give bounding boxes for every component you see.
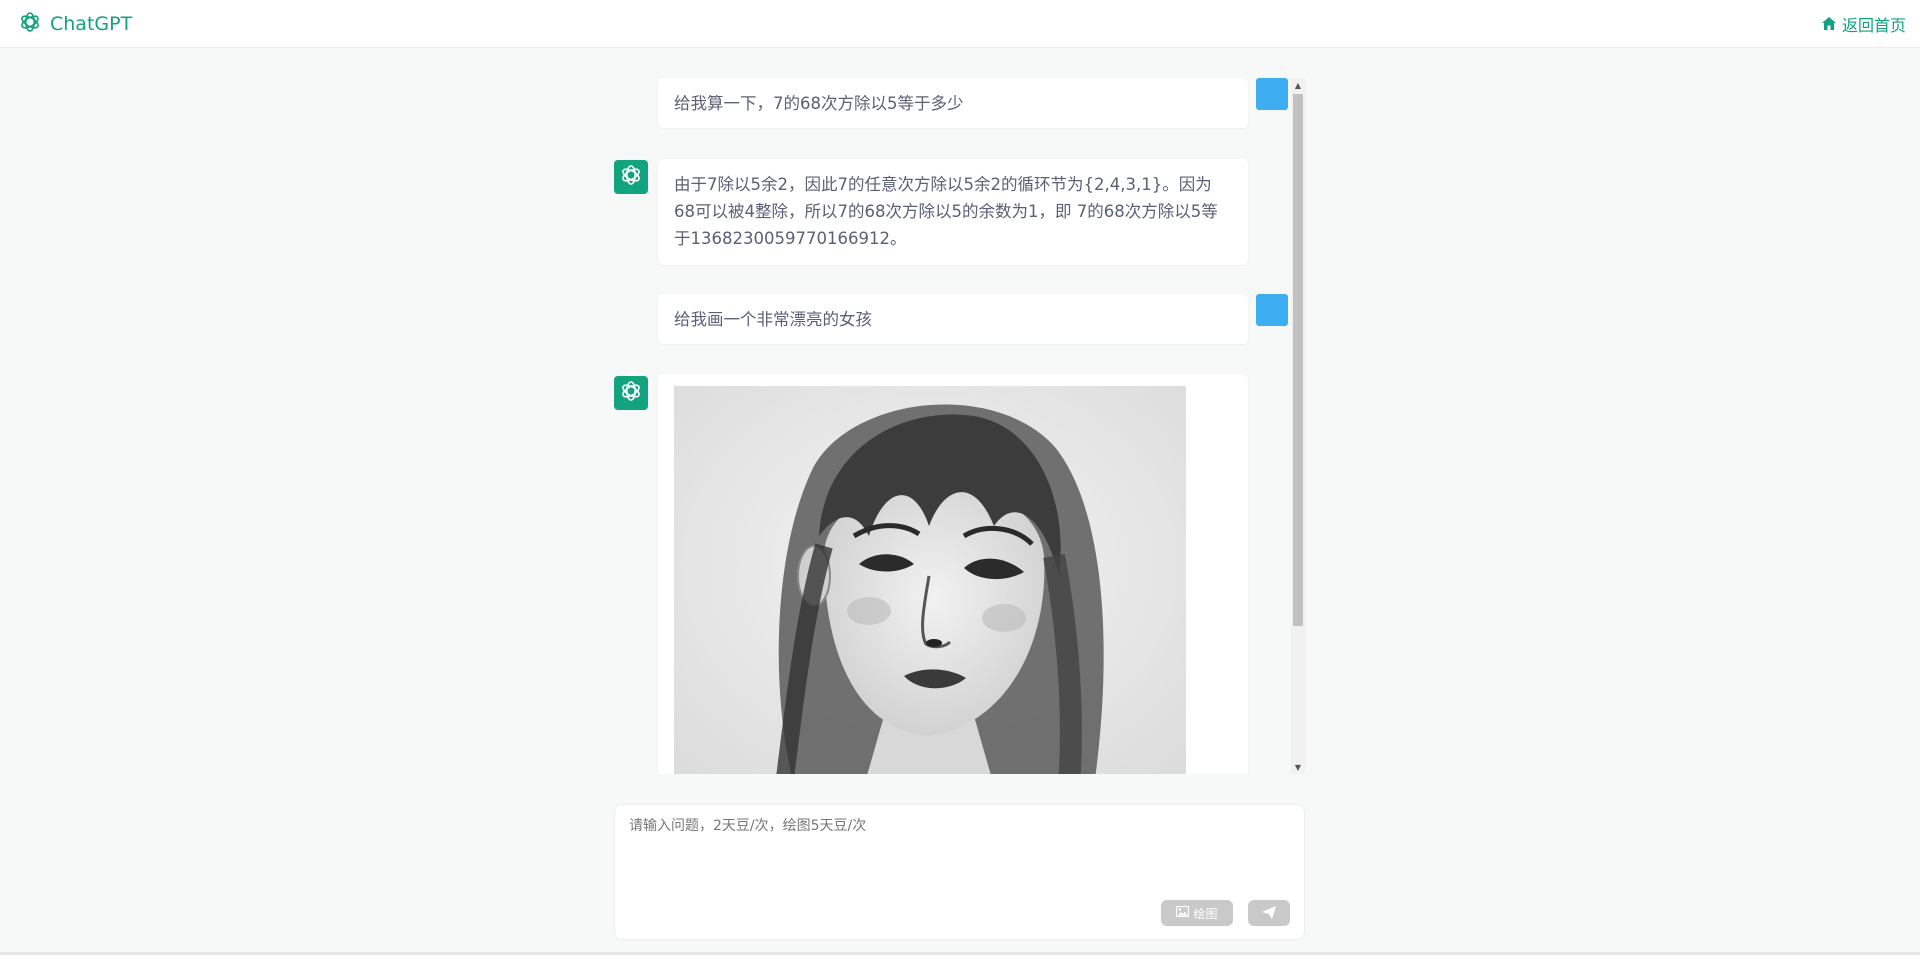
image-icon [1176,905,1190,920]
draw-button[interactable]: 绘图 [1161,900,1233,926]
assistant-avatar [614,376,648,410]
assistant-image-bubble [658,374,1248,774]
scrollbar-thumb[interactable] [1293,94,1303,626]
draw-button-label: 绘图 [1193,906,1218,921]
user-message-bubble: 给我算一下，7的68次方除以5等于多少 [658,78,1248,128]
scroll-down-arrow-icon[interactable]: ▼ [1291,760,1305,774]
return-home-label: 返回首页 [1841,16,1906,35]
user-avatar [1256,78,1288,110]
home-icon [1821,15,1836,34]
chat-scrollbar[interactable]: ▲ ▼ [1291,78,1305,774]
user-message: 给我算一下，7的68次方除以5等于多少 [610,76,1290,128]
top-bar: ChatGPT 返回首页 [0,0,1920,48]
scroll-up-arrow-icon[interactable]: ▲ [1291,78,1305,92]
user-message: 给我画一个非常漂亮的女孩 [610,292,1290,344]
user-message-text: 给我算一下，7的68次方除以5等于多少 [674,94,964,113]
assistant-message: 由于7除以5余2，因此7的任意次方除以5余2的循环节为{2,4,3,1}。因为6… [610,158,1290,265]
assistant-avatar [614,160,648,194]
return-home-link[interactable]: 返回首页 [1821,13,1906,35]
openai-logo-icon [619,163,643,191]
send-button[interactable] [1248,900,1290,926]
assistant-message [610,374,1290,774]
assistant-message-bubble: 由于7除以5余2，因此7的任意次方除以5余2的循环节为{2,4,3,1}。因为6… [658,159,1248,265]
openai-logo-icon [18,10,42,38]
generated-girl-portrait-image[interactable] [674,386,1186,774]
user-message-bubble: 给我画一个非常漂亮的女孩 [658,294,1248,344]
question-input[interactable] [629,815,1289,895]
openai-logo-icon [619,379,643,407]
assistant-message-text: 由于7除以5余2，因此7的任意次方除以5余2的循环节为{2,4,3,1}。因为6… [674,175,1218,248]
user-avatar [1256,294,1288,326]
brand-name: ChatGPT [50,13,133,35]
send-icon [1262,904,1276,923]
brand-link[interactable]: ChatGPT [18,11,132,37]
user-message-text: 给我画一个非常漂亮的女孩 [674,310,872,329]
chat-history: 给我算一下，7的68次方除以5等于多少 由于7除以5余2，因此7的任意次方除以5… [610,76,1305,774]
question-input-box: 绘图 [614,804,1305,940]
